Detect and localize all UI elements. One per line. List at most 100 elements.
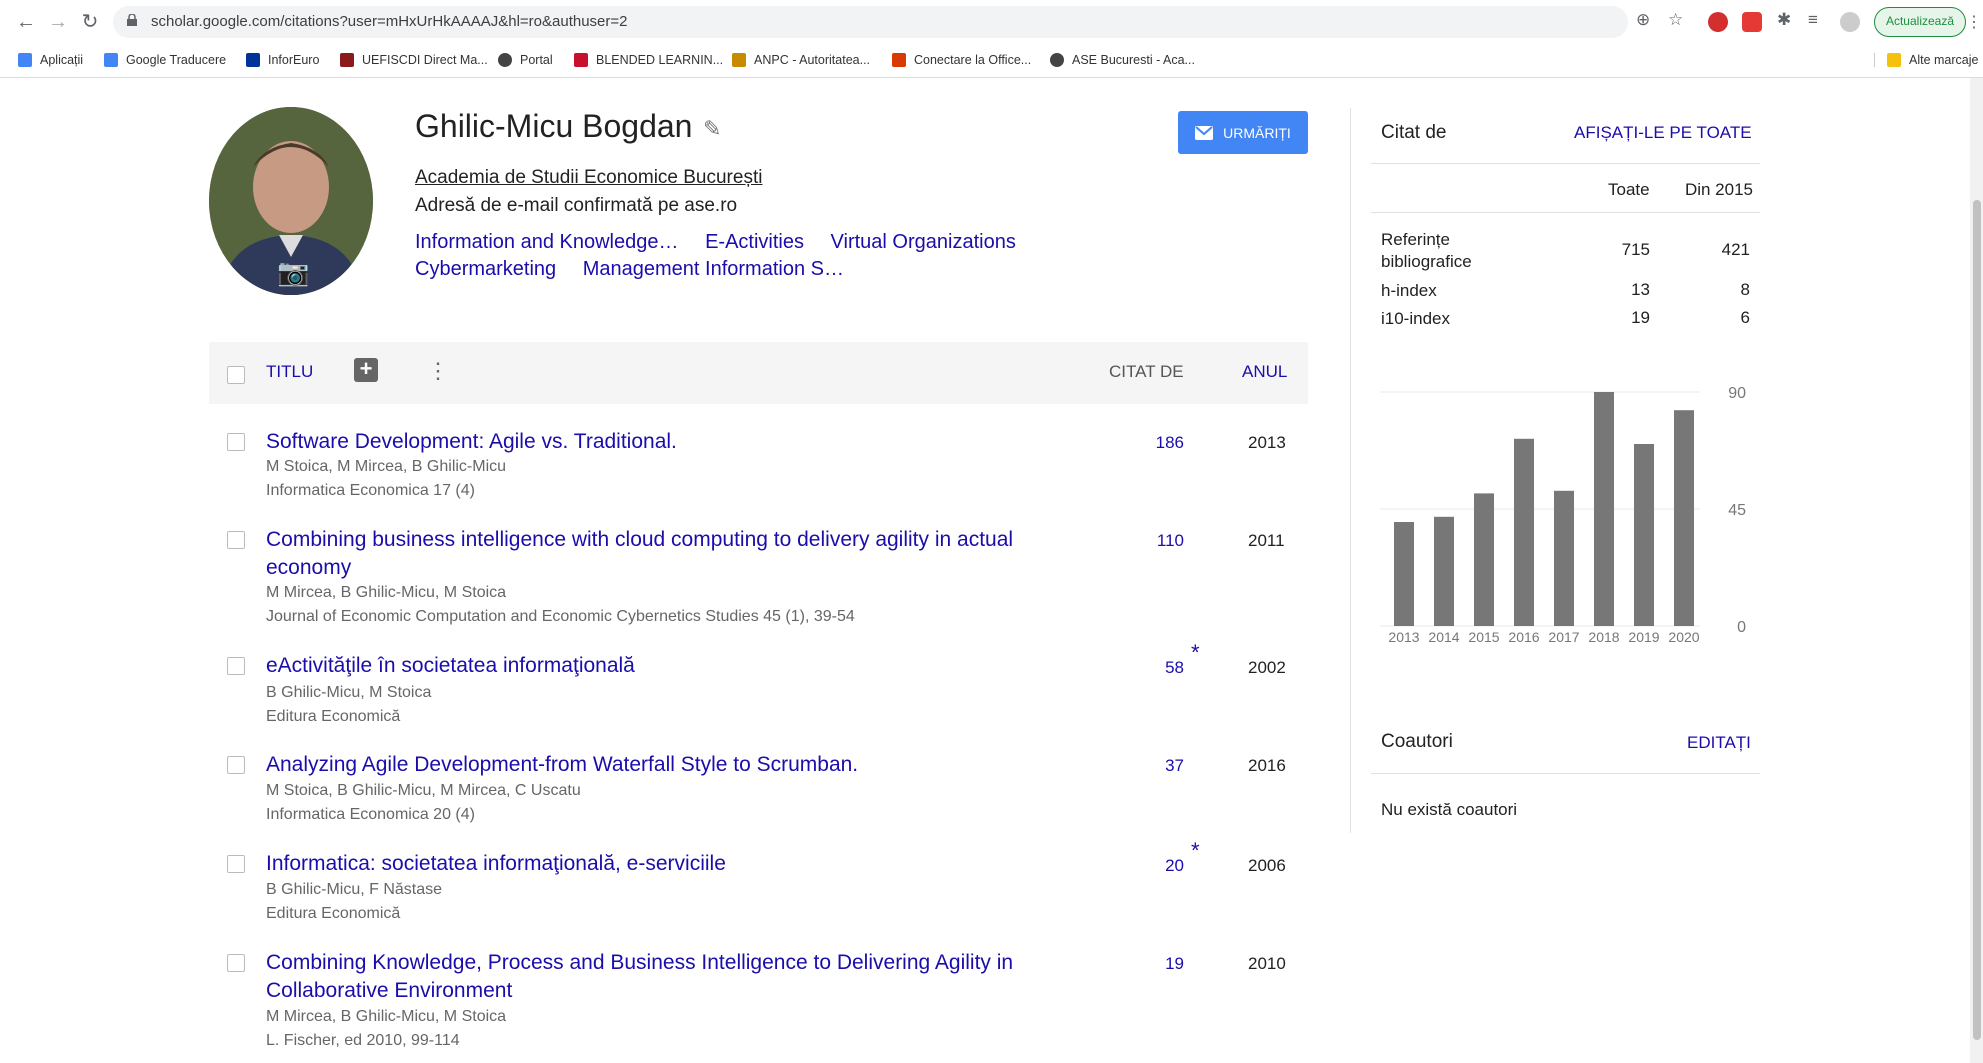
more-options-icon[interactable]: ⋮ — [427, 358, 449, 384]
article-source: Editura Economică — [266, 905, 401, 922]
stat-hindex-since: 8 — [1740, 280, 1750, 299]
globe-icon — [1050, 53, 1064, 67]
profile-avatar-icon[interactable] — [1840, 12, 1860, 32]
article-source: Informatica Economica 17 (4) — [266, 482, 475, 499]
article-title-link[interactable]: Analyzing Agile Development-from Waterfa… — [266, 751, 1026, 779]
y-tick-label: 45 — [1728, 502, 1746, 519]
sort-by-cited[interactable]: CITAT DE — [1109, 362, 1184, 382]
article-title-link[interactable]: Software Development: Agile vs. Traditio… — [266, 428, 1026, 456]
mail-icon — [1195, 125, 1214, 140]
chart-bar[interactable] — [1634, 444, 1654, 626]
interest-link[interactable]: E-Activities — [705, 231, 804, 253]
row-checkbox[interactable] — [227, 531, 245, 549]
update-button[interactable]: Actualizează — [1874, 7, 1966, 37]
chart-bar[interactable] — [1434, 516, 1454, 626]
divider — [1371, 212, 1760, 213]
row-checkbox[interactable] — [227, 855, 245, 873]
cited-count-link[interactable]: 110 — [1124, 531, 1184, 551]
cited-count-link[interactable]: 20 — [1124, 856, 1184, 876]
bookmark-item[interactable]: BLENDED LEARNIN... — [574, 53, 723, 67]
divider — [1371, 163, 1760, 164]
forward-arrow-icon[interactable]: → — [46, 10, 70, 34]
article-title-link[interactable]: Combining business intelligence with clo… — [266, 526, 1026, 582]
x-tick-label: 2018 — [1588, 629, 1619, 645]
interest-link[interactable]: Virtual Organizations — [831, 231, 1016, 253]
article-year: 2006 — [1248, 856, 1286, 875]
col-all-header: Toate — [1608, 180, 1650, 199]
merged-citation-star: * — [1191, 640, 1200, 665]
article-authors: B Ghilic-Micu, M Stoica — [266, 684, 432, 701]
y-tick-label: 0 — [1737, 619, 1746, 636]
cited-count-link[interactable]: 186 — [1124, 433, 1184, 453]
edit-coauthors-link[interactable]: EDITAȚI — [1687, 733, 1751, 753]
row-checkbox[interactable] — [227, 657, 245, 675]
address-bar[interactable]: scholar.google.com/citations?user=mHxUrH… — [113, 6, 1628, 38]
article-title-link[interactable]: eActivităţile în societatea informaţiona… — [266, 652, 1026, 680]
bookmark-star-icon[interactable]: ☆ — [1668, 10, 1683, 30]
follow-button[interactable]: URMĂRIȚI — [1178, 111, 1308, 154]
bookmark-item[interactable]: ASE Bucuresti - Aca... — [1050, 53, 1195, 67]
article-source: Informatica Economica 20 (4) — [266, 806, 475, 823]
article-source: L. Fischer, ed 2010, 99-114 — [266, 1032, 460, 1049]
x-tick-label: 2014 — [1428, 629, 1459, 645]
zoom-icon[interactable]: ⊕ — [1636, 10, 1650, 30]
article-year: 2002 — [1248, 658, 1286, 677]
chart-bar[interactable] — [1594, 392, 1614, 626]
extensions-puzzle-icon[interactable]: ✱ — [1777, 10, 1791, 30]
affiliation-link[interactable]: Academia de Studii Economice București — [415, 167, 762, 189]
interest-link[interactable]: Information and Knowledge… — [415, 231, 679, 253]
publications-header: TITLU + ⋮ CITAT DE ANUL — [209, 342, 1308, 404]
article-source: Editura Economică — [266, 708, 401, 725]
row-checkbox[interactable] — [227, 433, 245, 451]
add-article-icon[interactable]: + — [354, 358, 378, 382]
chart-bar[interactable] — [1514, 438, 1534, 626]
eu-flag-icon — [246, 53, 260, 67]
chart-bar[interactable] — [1554, 490, 1574, 626]
edit-pencil-icon[interactable]: ✎ — [703, 116, 721, 142]
row-checkbox[interactable] — [227, 756, 245, 774]
lock-icon — [127, 14, 137, 26]
url-text: scholar.google.com/citations?user=mHxUrH… — [151, 13, 628, 30]
scrollbar-thumb[interactable] — [1973, 200, 1981, 1040]
cited-count-link[interactable]: 58 — [1124, 658, 1184, 678]
bookmark-item[interactable]: Conectare la Office... — [892, 53, 1031, 67]
bookmark-item[interactable]: Portal — [498, 53, 553, 67]
x-tick-label: 2015 — [1468, 629, 1499, 645]
interest-link[interactable]: Management Information S… — [583, 258, 844, 280]
reading-list-icon[interactable]: ≡ — [1808, 10, 1818, 30]
bookmark-item[interactable]: UEFISCDI Direct Ma... — [340, 53, 488, 67]
camera-icon[interactable]: 📷 — [277, 257, 309, 288]
folder-icon — [1887, 53, 1901, 67]
article-title-link[interactable]: Informatica: societatea informaţională, … — [266, 850, 1026, 878]
chart-bar[interactable] — [1474, 493, 1494, 626]
browser-menu-icon[interactable]: ⋮ — [1966, 12, 1982, 32]
profile-photo: 📷 — [209, 107, 373, 295]
chart-bar[interactable] — [1394, 522, 1414, 626]
bookmarks-bar: Aplicații Google Traducere InforEuro UEF… — [0, 44, 1983, 78]
back-arrow-icon[interactable]: ← — [14, 10, 38, 34]
row-checkbox[interactable] — [227, 954, 245, 972]
adblock-icon[interactable] — [1708, 12, 1728, 32]
bookmark-item[interactable]: ANPC - Autoritatea... — [732, 53, 870, 67]
select-all-checkbox[interactable] — [227, 366, 245, 384]
bookmark-item[interactable]: InforEuro — [246, 53, 319, 67]
ublock-icon[interactable] — [1742, 12, 1762, 32]
article-title-link[interactable]: Combining Knowledge, Process and Busines… — [266, 949, 1026, 1005]
chart-bar[interactable] — [1674, 410, 1694, 626]
bookmark-item[interactable]: Aplicații — [18, 53, 83, 67]
bookmark-item[interactable]: Google Traducere — [104, 53, 226, 67]
cited-count-link[interactable]: 37 — [1124, 756, 1184, 776]
article-authors: M Stoica, M Mircea, B Ghilic-Micu — [266, 458, 507, 475]
stat-i10index-since: 6 — [1740, 308, 1750, 327]
reload-icon[interactable]: ↻ — [78, 10, 102, 34]
article-year: 2016 — [1248, 756, 1286, 775]
sort-by-title[interactable]: TITLU — [266, 362, 313, 382]
other-bookmarks[interactable]: Alte marcaje — [1874, 53, 1978, 67]
article-source: Journal of Economic Computation and Econ… — [266, 608, 855, 625]
globe-icon — [498, 53, 512, 67]
cited-count-link[interactable]: 19 — [1124, 954, 1184, 974]
divider — [1371, 773, 1760, 774]
sort-by-year[interactable]: ANUL — [1242, 362, 1287, 382]
show-all-link[interactable]: AFIȘAȚI-LE PE TOATE — [1574, 123, 1752, 143]
interest-link[interactable]: Cybermarketing — [415, 258, 556, 280]
